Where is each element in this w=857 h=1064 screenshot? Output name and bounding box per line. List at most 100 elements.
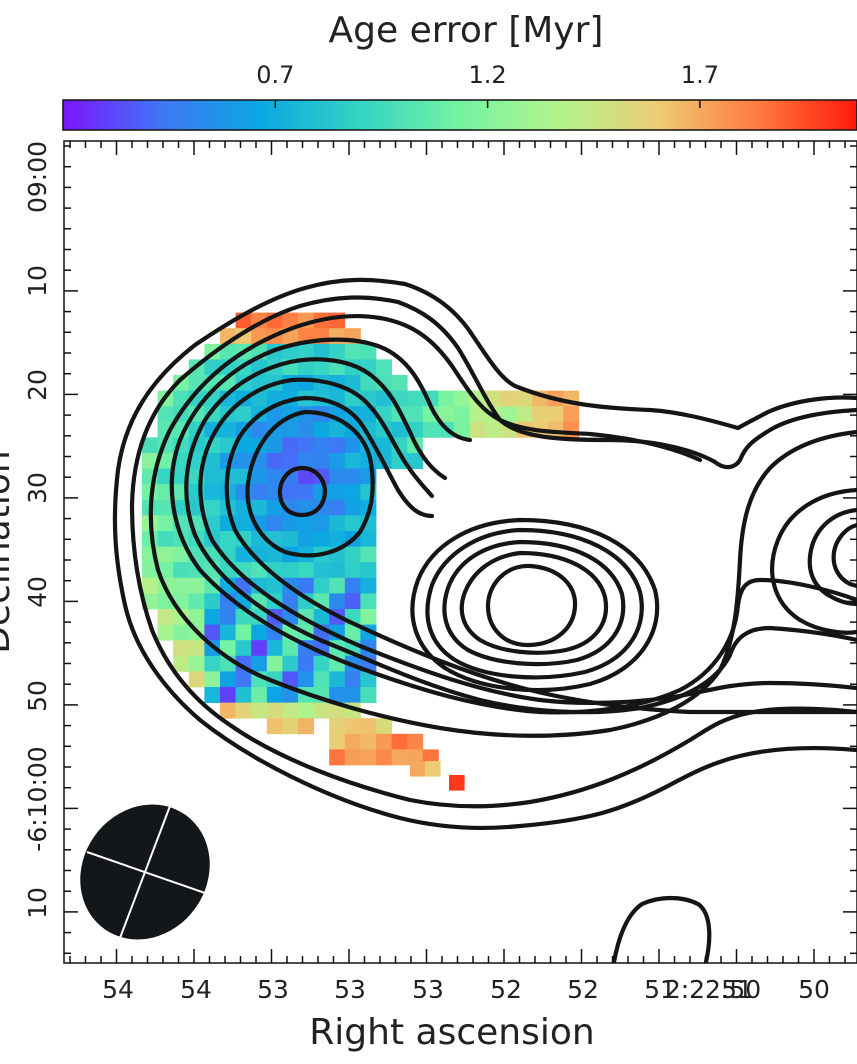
heatmap-cell: [329, 749, 346, 766]
heatmap-cell: [344, 593, 361, 610]
heatmap-cell: [188, 577, 205, 594]
heatmap-cell: [313, 437, 330, 454]
x-tick-label: 54: [102, 975, 134, 1004]
heatmap-cell: [282, 437, 299, 454]
heatmap-cell: [235, 406, 252, 423]
heatmap-cell: [204, 468, 221, 485]
heatmap-cell: [344, 577, 361, 594]
heatmap-cell: [173, 655, 190, 672]
heatmap-cell: [204, 484, 221, 501]
heatmap-cell: [376, 733, 392, 750]
heatmap-cell: [266, 515, 283, 532]
heatmap-cell: [376, 718, 392, 735]
heatmap-cell: [360, 593, 377, 610]
x-tick-label: 53: [257, 975, 289, 1004]
heatmap-cell: [298, 515, 314, 532]
y-axis-label: Declination: [0, 450, 18, 654]
heatmap-cell: [235, 702, 252, 719]
heatmap-cell: [360, 687, 377, 703]
heatmap-cell: [360, 577, 377, 594]
contour-bottom-source: [611, 895, 712, 963]
y-tick-labels: 09:00 10 20 30 40 50 -6:10:00 10: [23, 141, 52, 919]
heatmap-cell: [407, 733, 424, 750]
heatmap-cell: [282, 484, 299, 501]
heatmap-cell: [422, 421, 439, 438]
heatmap-cell: [251, 484, 268, 501]
heatmap-cell: [391, 375, 408, 391]
heatmap-cell: [251, 624, 268, 641]
heatmap-cell: [188, 640, 205, 657]
heatmap-cell: [360, 546, 377, 563]
heatmap-cell: [220, 624, 236, 641]
heatmap-cell: [313, 421, 330, 438]
heatmap-cell: [282, 531, 299, 547]
heatmap-cell: [235, 515, 252, 532]
heatmap-cell: [298, 702, 314, 719]
colorbar: [62, 99, 857, 131]
heatmap-cell: [251, 702, 268, 719]
heatmap-cell: [360, 562, 377, 579]
heatmap-cell: [251, 468, 268, 485]
heatmap-cell: [204, 655, 221, 672]
x-tick-label: 52: [567, 975, 599, 1004]
heatmap-cell: [344, 687, 361, 703]
heatmap-cell: [235, 624, 252, 641]
heatmap-cell: [204, 499, 221, 516]
heatmap-cell: [157, 609, 174, 625]
x-tick-label: 53: [412, 975, 444, 1004]
heatmap-cell: [360, 718, 377, 735]
heatmap-cell: [298, 437, 314, 454]
heatmap-cell: [454, 390, 470, 407]
heatmap-cell: [329, 437, 346, 454]
heatmap-cell: [329, 468, 346, 485]
heatmap-cell: [266, 453, 283, 469]
heatmap-cell: [173, 577, 190, 594]
y-tick-label: 20: [23, 369, 52, 401]
x-tick-label: 52: [490, 975, 522, 1004]
heatmap-cell: [173, 624, 190, 641]
heatmap-cell: [188, 671, 205, 688]
heatmap-cell: [266, 702, 283, 719]
heatmap-cell: [313, 702, 330, 719]
heatmap-cell: [344, 468, 361, 485]
heatmap-cell: [376, 749, 392, 766]
y-tick-label: 30: [23, 472, 52, 504]
heatmap-cell: [298, 577, 314, 594]
heatmap-cell: [266, 718, 283, 735]
heatmap-cell: [516, 406, 533, 423]
heatmap-cell: [407, 406, 424, 423]
contour-peak1-5: [485, 563, 578, 648]
heatmap-cell: [344, 671, 361, 688]
heatmap-cell: [220, 702, 236, 719]
heatmap-cell: [188, 655, 205, 672]
y-tick-label: 40: [23, 576, 52, 608]
heatmap-cell: [266, 640, 283, 657]
heatmap-cell: [298, 375, 314, 391]
heatmap-cell: [313, 515, 330, 532]
y-tick-label: 50: [23, 680, 52, 712]
x-tick-label: 53: [334, 975, 366, 1004]
heatmap-cell: [204, 671, 221, 688]
heatmap-cell: [329, 733, 346, 750]
heatmap-cell: [298, 655, 314, 672]
heatmap-cell: [235, 687, 252, 703]
heatmap-cell: [282, 453, 299, 469]
heatmap-cell: [298, 671, 314, 688]
x-axis-label: Right ascension: [309, 1012, 594, 1053]
heatmap-cell: [329, 515, 346, 532]
heatmap-cell: [220, 609, 236, 625]
heatmap-cell: [282, 515, 299, 532]
heatmap-cell: [251, 687, 268, 703]
heatmap-cell: [251, 640, 268, 657]
x-tick-label: 54: [180, 975, 212, 1004]
heatmap-cell: [344, 484, 361, 501]
heatmap-cell: [313, 531, 330, 547]
heatmap-cell: [344, 515, 361, 532]
heatmap-cell: [188, 593, 205, 610]
heatmap-cell: [235, 640, 252, 657]
heatmap-cell: [313, 562, 330, 579]
heatmap-cell: [313, 453, 330, 469]
heatmap-cell: [469, 421, 486, 438]
heatmap-cell: [204, 624, 221, 641]
heatmap-cell: [485, 421, 502, 438]
